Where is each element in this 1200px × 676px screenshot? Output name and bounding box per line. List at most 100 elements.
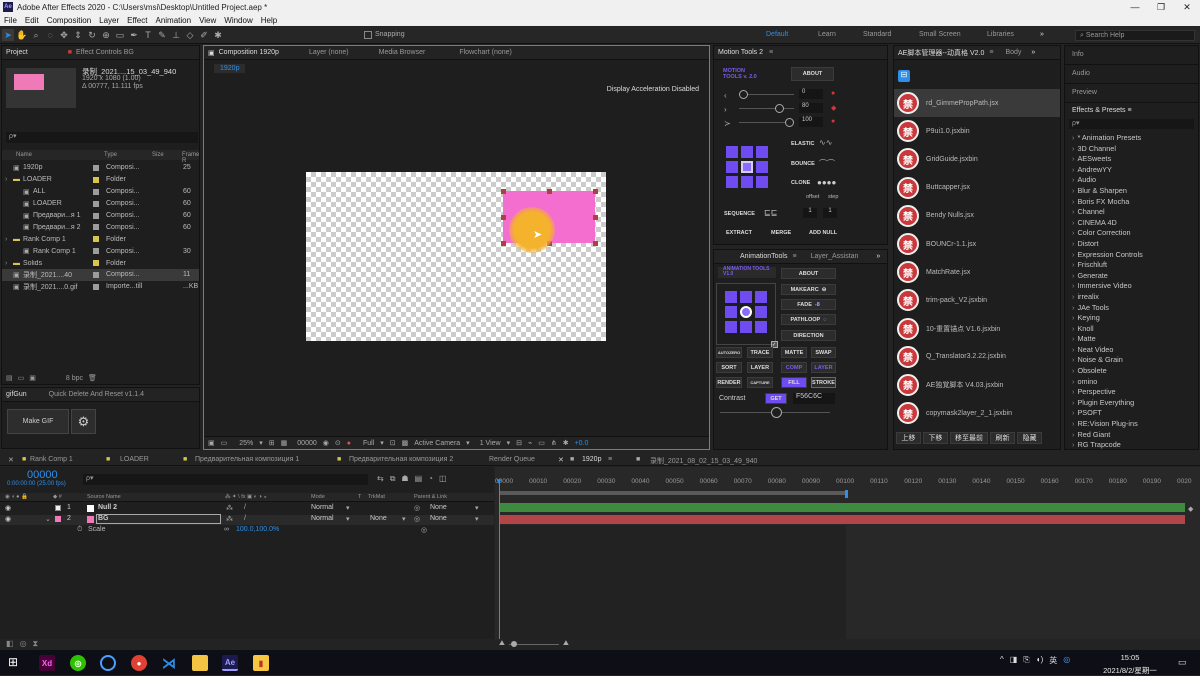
after-effects-app-icon[interactable]: Ae bbox=[222, 655, 238, 671]
close-tab-icon[interactable]: ✕ bbox=[558, 456, 564, 464]
shy-icon[interactable]: ☗ bbox=[401, 474, 408, 484]
move-down-button[interactable]: 下移 bbox=[923, 432, 948, 444]
label-color-swatch[interactable] bbox=[93, 248, 99, 255]
trkmat-dropdown[interactable]: None bbox=[370, 515, 387, 522]
workspace-learn[interactable]: Learn bbox=[818, 31, 836, 38]
script-item[interactable]: 禁 Q_Translator3.2.22.jsxbin bbox=[894, 343, 1060, 371]
visibility-eye-icon[interactable]: ◉ bbox=[5, 504, 11, 512]
close-tab-icon[interactable]: ✕ bbox=[8, 456, 14, 464]
script-item[interactable]: 禁 MatchRate.jsx bbox=[894, 258, 1060, 286]
swap-button[interactable]: SWAP bbox=[811, 347, 836, 358]
timeline-search-input[interactable]: ρ▾ bbox=[83, 474, 368, 485]
effect-category[interactable]: irrealix bbox=[1065, 292, 1198, 303]
transform-handle[interactable] bbox=[547, 189, 552, 194]
effect-category[interactable]: JAe Tools bbox=[1065, 303, 1198, 314]
search-app-icon[interactable] bbox=[100, 655, 116, 671]
property-row-scale[interactable]: ⏱ Scale ∞ 100.0,100.0% ◎ bbox=[0, 526, 494, 536]
effect-category[interactable]: PSOFT bbox=[1065, 408, 1198, 419]
selection-tool-icon[interactable]: ➤ bbox=[2, 29, 14, 41]
hide-button[interactable]: 隐藏 bbox=[1017, 432, 1042, 444]
comp-flowchart-icon[interactable]: ⇆ bbox=[377, 474, 384, 484]
menu-layer[interactable]: Layer bbox=[95, 16, 123, 25]
ease-value-2[interactable]: 80 bbox=[799, 103, 823, 113]
tab-recording[interactable]: 录制_2021_08_02_15_03_49_940 bbox=[650, 456, 757, 466]
get-color-button[interactable]: GET bbox=[765, 393, 787, 404]
ease-value-1[interactable]: 0 bbox=[799, 89, 823, 99]
effect-category[interactable]: * Animation Presets bbox=[1065, 133, 1198, 144]
effect-category[interactable]: 3D Channel bbox=[1065, 144, 1198, 155]
menu-animation[interactable]: Animation bbox=[151, 16, 195, 25]
col-size[interactable]: Size bbox=[152, 152, 164, 158]
script-item[interactable]: 禁 copymask2layer_2_1.jsxbin bbox=[894, 399, 1060, 427]
flowchart-tab[interactable]: Flowchart (none) bbox=[459, 49, 512, 56]
effect-category[interactable]: Obsolete bbox=[1065, 366, 1198, 377]
script-item[interactable]: 禁 BOUNCr-1.1.jsx bbox=[894, 230, 1060, 258]
effect-category[interactable]: Boris FX Mocha bbox=[1065, 197, 1198, 208]
expand-twirl-icon[interactable]: ⌄ bbox=[45, 515, 51, 523]
cortana-icon[interactable]: ◎ bbox=[1063, 655, 1070, 666]
add-null-button[interactable]: ADD NULL bbox=[809, 230, 837, 236]
tray-expand-icon[interactable]: ^ bbox=[1000, 655, 1004, 666]
constrain-link-icon[interactable]: ∞ bbox=[224, 526, 229, 533]
parent-dropdown[interactable]: None bbox=[430, 515, 447, 522]
pickwhip-icon[interactable]: ◎ bbox=[414, 515, 420, 523]
capture-button[interactable]: CAPTURE bbox=[747, 377, 773, 388]
comp-panel-lock-icon[interactable]: ▣ bbox=[208, 49, 215, 57]
vscode-app-icon[interactable]: ⋊ bbox=[161, 655, 177, 671]
refresh-button[interactable]: 刷新 bbox=[990, 432, 1015, 444]
label-color-swatch[interactable] bbox=[93, 271, 99, 278]
hand-tool-icon[interactable]: ✋ bbox=[16, 29, 28, 41]
blend-mode-dropdown[interactable]: Normal bbox=[311, 504, 334, 511]
orbit-tool-icon[interactable]: ◌ bbox=[44, 29, 56, 41]
panel-menu-icon[interactable]: ≡ bbox=[1128, 107, 1132, 114]
close-button[interactable]: ✕ bbox=[1174, 0, 1200, 14]
preview-icon[interactable]: ▣ bbox=[208, 439, 215, 447]
twirl-icon[interactable]: › bbox=[5, 176, 13, 183]
col-type[interactable]: Type bbox=[104, 152, 117, 158]
parent-dropdown[interactable]: None bbox=[430, 504, 447, 511]
label-color-swatch[interactable] bbox=[93, 176, 99, 183]
zoom-tool-icon[interactable]: ⌕ bbox=[30, 29, 42, 41]
elastic-button[interactable]: ELASTIC bbox=[791, 141, 815, 147]
camera-dropdown[interactable]: Active Camera bbox=[414, 440, 460, 447]
ease-slider-3[interactable] bbox=[785, 118, 794, 127]
menu-composition[interactable]: Composition bbox=[43, 16, 95, 25]
transparency-grid-icon[interactable]: ▦ bbox=[281, 439, 288, 447]
label-color-swatch[interactable] bbox=[55, 516, 61, 522]
extract-button[interactable]: EXTRACT bbox=[726, 230, 752, 236]
effect-category[interactable]: Color Correction bbox=[1065, 228, 1198, 239]
quality-switch-icon[interactable]: / bbox=[244, 504, 246, 511]
label-color-swatch[interactable] bbox=[93, 212, 99, 219]
project-item[interactable]: › ▬ Solids Folder bbox=[2, 257, 199, 269]
work-area-end-handle[interactable] bbox=[845, 490, 848, 498]
sort-button[interactable]: SORT bbox=[716, 362, 742, 373]
effect-category[interactable]: Blur & Sharpen bbox=[1065, 186, 1198, 197]
effect-category[interactable]: Channel bbox=[1065, 207, 1198, 218]
timeline-zoom-slider[interactable] bbox=[511, 641, 517, 647]
snapshot-camera-icon[interactable]: ◉ bbox=[323, 439, 329, 447]
effect-category[interactable]: Generate bbox=[1065, 271, 1198, 282]
shy-switch-icon[interactable]: ⁂ bbox=[226, 515, 233, 523]
menu-window[interactable]: Window bbox=[220, 16, 256, 25]
pen-tool-icon[interactable]: ✒ bbox=[128, 29, 140, 41]
project-item[interactable]: › ▬ LOADER Folder bbox=[2, 174, 199, 186]
keyframe-diamond-icon[interactable]: ◆ bbox=[831, 104, 836, 112]
xd-app-icon[interactable]: Xd bbox=[39, 655, 55, 671]
show-snapshot-icon[interactable]: ⊙ bbox=[335, 439, 341, 447]
layer-row[interactable]: ◉ 1 Null 2 ⁂ / Normal ▾ ◎ None ▾ bbox=[0, 504, 494, 514]
menu-file[interactable]: File bbox=[0, 16, 21, 25]
new-comp-icon[interactable]: ▣ bbox=[29, 374, 36, 382]
frame-blend-icon[interactable]: ▤ bbox=[415, 474, 423, 484]
playhead[interactable] bbox=[499, 479, 500, 649]
menu-edit[interactable]: Edit bbox=[21, 16, 43, 25]
trkmat-col[interactable]: TrkMat bbox=[368, 494, 385, 500]
transform-handle[interactable] bbox=[501, 189, 506, 194]
script-item[interactable]: 禁 trim-pack_V2.jsxbin bbox=[894, 286, 1060, 314]
layer-row[interactable]: ◉ ⌄ 2 BG ⁂ / Normal ▾ None ▾ ◎ None ▾ bbox=[0, 514, 494, 525]
twirl-icon[interactable]: › bbox=[5, 260, 13, 267]
pickwhip-icon[interactable]: ◎ bbox=[421, 526, 427, 534]
toggle-transparency-icon[interactable]: ▩ bbox=[402, 439, 409, 447]
menu-effect[interactable]: Effect bbox=[123, 16, 151, 25]
project-item[interactable]: ▣ Rank Comp 1 Composi... 30 bbox=[2, 245, 199, 257]
project-item[interactable]: ▣ Предвари...я 2 Composi... 60 bbox=[2, 221, 199, 233]
